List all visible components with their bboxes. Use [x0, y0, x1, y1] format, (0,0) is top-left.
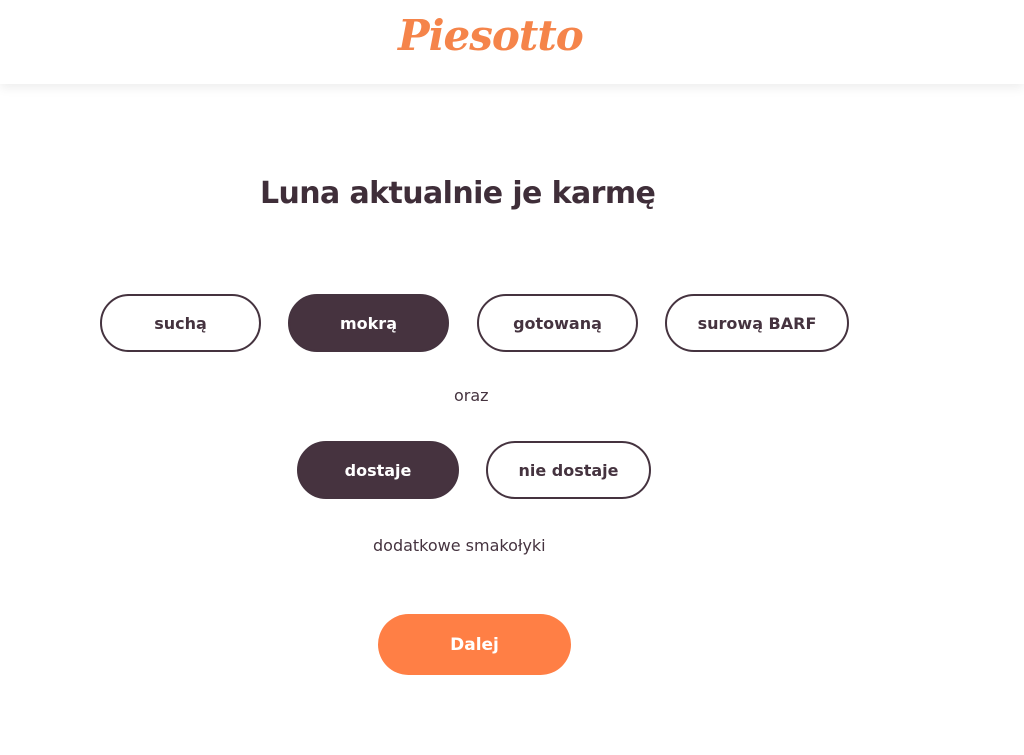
- food-option-raw-barf[interactable]: surową BARF: [665, 294, 849, 352]
- treats-option-no[interactable]: nie dostaje: [486, 441, 651, 499]
- food-option-cooked[interactable]: gotowaną: [477, 294, 638, 352]
- food-option-wet[interactable]: mokrą: [288, 294, 449, 352]
- food-option-dry[interactable]: suchą: [100, 294, 261, 352]
- page-title: Luna aktualnie je karmę: [260, 176, 656, 211]
- next-button[interactable]: Dalej: [378, 614, 571, 675]
- brand-logo[interactable]: Piesotto: [398, 6, 584, 66]
- top-header: Piesotto: [0, 0, 1024, 84]
- treats-option-yes[interactable]: dostaje: [297, 441, 459, 499]
- treats-suffix-text: dodatkowe smakołyki: [373, 536, 546, 555]
- connector-text: oraz: [454, 386, 489, 405]
